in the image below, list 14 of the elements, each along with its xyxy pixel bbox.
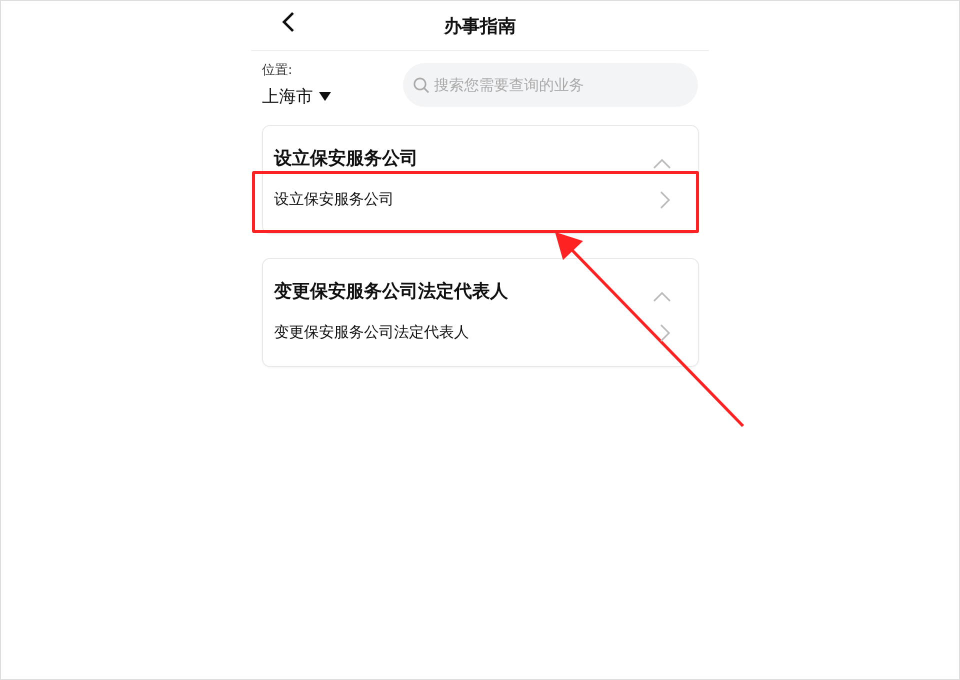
chevron-right-icon [660, 190, 670, 208]
chevron-right-icon [660, 324, 670, 342]
category-header[interactable]: 设立保安服务公司 [263, 126, 698, 170]
location-label: 位置: [262, 62, 294, 79]
service-item[interactable]: 设立保安服务公司 [263, 170, 698, 233]
dropdown-caret-icon [319, 92, 331, 101]
search-field[interactable]: 搜索您需要查询的业务 [403, 62, 698, 106]
service-item[interactable]: 变更保安服务公司法定代表人 [263, 303, 698, 366]
back-button[interactable] [281, 11, 295, 33]
category-header[interactable]: 变更保安服务公司法定代表人 [263, 259, 698, 303]
search-icon [413, 76, 430, 94]
back-icon [281, 11, 295, 33]
city-dropdown[interactable]: 上海市 [262, 85, 331, 108]
page-title: 办事指南 [444, 14, 516, 38]
